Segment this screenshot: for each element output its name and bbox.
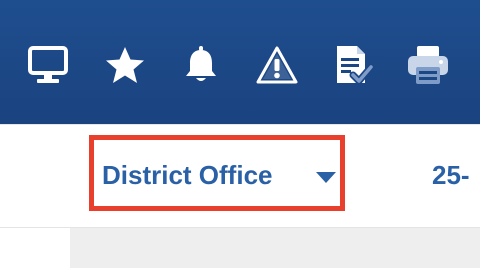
print-button[interactable] xyxy=(405,42,451,88)
bell-icon xyxy=(186,46,216,81)
monitor-icon xyxy=(28,46,68,83)
document-check-icon xyxy=(337,46,375,85)
office-dropdown[interactable]: District Office xyxy=(89,135,345,211)
monitor-button[interactable] xyxy=(25,42,71,88)
star-icon xyxy=(106,47,144,83)
alerts-button[interactable] xyxy=(254,42,300,88)
favorites-button[interactable] xyxy=(102,42,148,88)
warning-icon xyxy=(256,46,298,84)
office-dropdown-label: District Office xyxy=(102,160,273,190)
content-panel xyxy=(70,228,480,268)
left-gutter xyxy=(0,228,70,268)
date-range-label[interactable]: 25- xyxy=(432,160,470,191)
tasks-button[interactable] xyxy=(330,42,376,88)
chevron-down-icon xyxy=(316,172,336,183)
notifications-button[interactable] xyxy=(178,42,224,88)
printer-icon xyxy=(408,46,448,84)
top-toolbar xyxy=(0,0,480,124)
